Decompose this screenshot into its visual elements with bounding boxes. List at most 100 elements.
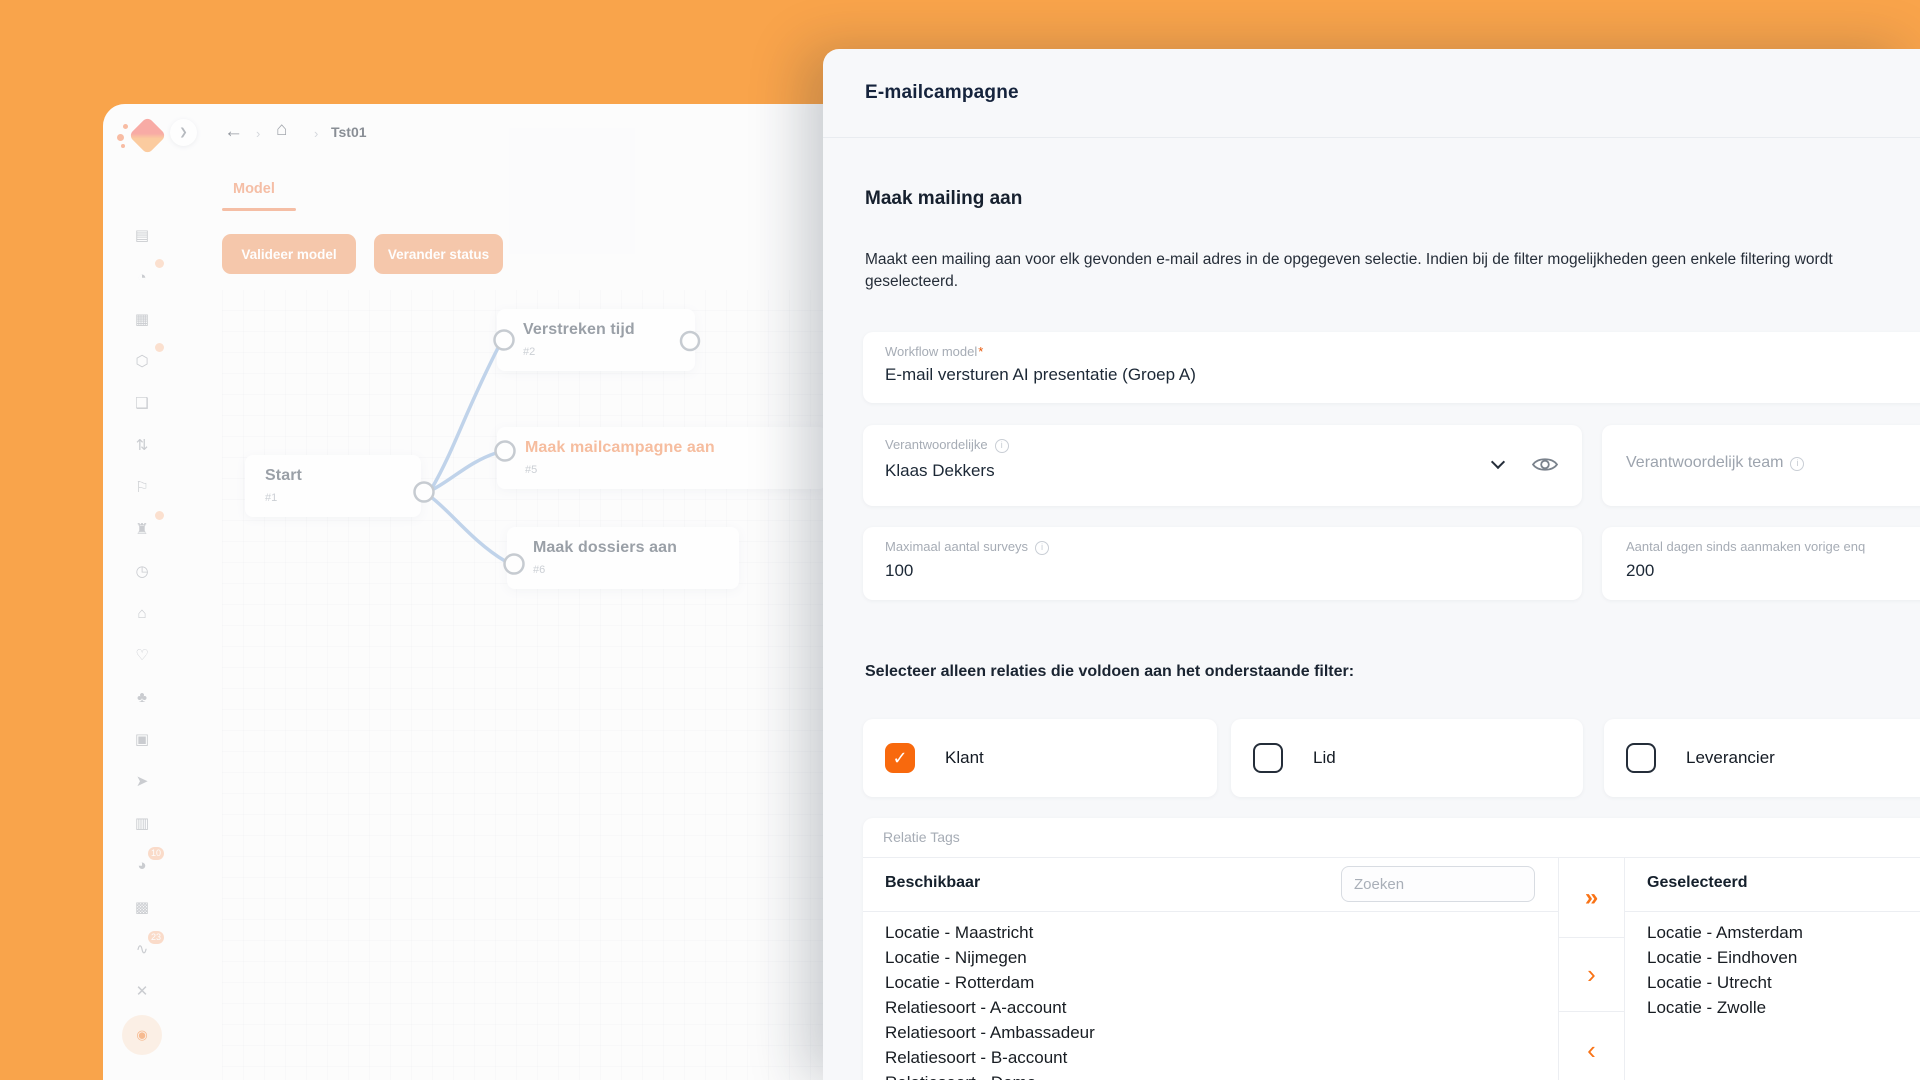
checkbox[interactable]: ✓ (1626, 743, 1656, 773)
responsible-team-select[interactable]: Verantwoordelijk teami (1602, 425, 1920, 506)
tag-list-item[interactable]: Locatie - Zwolle (1647, 995, 1920, 1020)
tag-list-item[interactable]: Locatie - Nijmegen (885, 945, 1535, 970)
node-id: #1 (265, 492, 421, 504)
tag-list-item[interactable]: Locatie - Eindhoven (1647, 945, 1920, 970)
logo-dot (117, 134, 124, 141)
sidebar-glyph-icon: ⚐ (135, 478, 148, 496)
available-list: Locatie - MaastrichtLocatie - NijmegenLo… (885, 920, 1535, 1080)
checkbox-card-leverancier[interactable]: ✓ Leverancier (1604, 719, 1920, 797)
sidebar-icon[interactable]: ◔ (119, 256, 165, 298)
notification-badge: 23 (148, 931, 164, 944)
tab-model[interactable]: Model (233, 181, 275, 197)
checkbox[interactable]: ✓ (1253, 743, 1283, 773)
sidebar-icon[interactable]: ▥ (119, 802, 165, 844)
sidebar-glyph-icon: ◷ (135, 562, 148, 580)
tag-list-item[interactable]: Relatiesoort - B-account (885, 1045, 1535, 1070)
workflow-model-field[interactable]: Workflow model* E-mail versturen AI pres… (863, 332, 1920, 403)
move-right-button[interactable]: › (1559, 938, 1624, 1012)
node-title: Maak dossiers aan (533, 539, 739, 557)
sidebar-icon[interactable]: ▩ (119, 886, 165, 928)
checkbox-label: Leverancier (1686, 748, 1775, 768)
max-surveys-input[interactable]: Maximaal aantal surveysi 100 (863, 527, 1582, 600)
workflow-node-maak-mailcampagne[interactable]: Maak mailcampagne aan #5 (497, 427, 827, 489)
tag-list-item[interactable]: Relatiesoort - A-account (885, 995, 1535, 1020)
sidebar-icon[interactable]: ⚐ (119, 466, 165, 508)
tag-list-item[interactable]: Locatie - Amsterdam (1647, 920, 1920, 945)
sidebar-icon[interactable]: ➤ (119, 760, 165, 802)
checkbox-card-lid[interactable]: ✓ Lid (1231, 719, 1583, 797)
tag-list-item[interactable]: Locatie - Maastricht (885, 920, 1535, 945)
sidebar-icon[interactable]: ▤ (119, 214, 165, 256)
chevron-down-icon[interactable] (1491, 455, 1505, 469)
back-arrow-icon[interactable]: ← (224, 121, 243, 143)
sidebar-icon[interactable]: ◷ (119, 550, 165, 592)
max-surveys-value: 100 (885, 561, 913, 581)
divider (863, 911, 1558, 912)
sidebar-icon[interactable]: ⇅ (119, 424, 165, 466)
sidebar-glyph-icon: ➤ (136, 772, 149, 790)
app-logo (115, 112, 165, 162)
move-all-right-button[interactable]: » (1559, 858, 1624, 938)
tag-list-item[interactable]: Relatiesoort - Ambassadeur (885, 1020, 1535, 1045)
sidebar-glyph-icon: ♣ (137, 689, 147, 706)
logo-dot (123, 124, 128, 129)
modal-title: E-mailcampagne (865, 82, 1019, 104)
checkbox[interactable]: ✓ (885, 743, 915, 773)
responsible-select[interactable]: Verantwoordelijkei Klaas Dekkers (863, 425, 1582, 506)
node-title: Verstreken tijd (523, 321, 695, 339)
sidebar-glyph-icon: ∿ (136, 940, 149, 958)
checkbox-label: Lid (1313, 748, 1336, 768)
tags-search-input[interactable] (1341, 866, 1535, 902)
days-since-input[interactable]: Aantal dagen sinds aanmaken vorige enq 2… (1602, 527, 1920, 600)
selected-header: Geselecteerd (1647, 874, 1748, 892)
sidebar-glyph-icon: ♜ (135, 520, 148, 538)
change-status-button[interactable]: Verander status (374, 234, 503, 274)
breadcrumb-separator: › (256, 126, 260, 141)
sidebar-icon[interactable]: ♣ (119, 676, 165, 718)
node-title: Maak mailcampagne aan (525, 439, 827, 457)
logo-cube-icon (128, 116, 166, 154)
sidebar-item-active[interactable]: ◉ (119, 1012, 165, 1058)
node-id: #5 (525, 464, 827, 476)
field-label: Verantwoordelijke (885, 437, 988, 452)
validate-model-button[interactable]: Valideer model (222, 234, 356, 274)
info-icon: i (1790, 457, 1804, 471)
description-line: geselecteerd. (865, 271, 1833, 293)
eye-icon[interactable] (1531, 455, 1559, 474)
chevron-right-icon: ❯ (179, 127, 187, 138)
tag-list-item[interactable]: Locatie - Utrecht (1647, 970, 1920, 995)
sidebar-icon[interactable]: ◕10 (119, 844, 165, 886)
days-since-value: 200 (1626, 561, 1654, 581)
sidebar-icon[interactable]: ⬡ (119, 340, 165, 382)
workflow-model-value: E-mail versturen AI presentatie (Groep A… (885, 365, 1196, 385)
tag-list-item[interactable]: Locatie - Rotterdam (885, 970, 1535, 995)
screen: { "glyphs": { "chevron_right": "›", "bac… (0, 0, 1920, 1080)
checkbox-card-klant[interactable]: ✓ Klant (863, 719, 1217, 797)
sidebar-collapse-button[interactable]: ❯ (170, 119, 197, 146)
sidebar-icon[interactable]: ∿23 (119, 928, 165, 970)
notification-badge: 10 (148, 847, 164, 860)
sidebar-glyph-icon: ♡ (135, 646, 148, 664)
sidebar-icon[interactable]: ❑ (119, 382, 165, 424)
workflow-node-maak-dossiers[interactable]: Maak dossiers aan #6 (507, 527, 739, 589)
sidebar-icon[interactable]: ▦ (119, 298, 165, 340)
filter-heading: Selecteer alleen relaties die voldoen aa… (865, 663, 1354, 681)
sidebar-glyph-icon: ✕ (136, 982, 149, 1000)
move-left-button[interactable]: ‹ (1559, 1012, 1624, 1080)
workflow-node-start[interactable]: Start #1 (245, 455, 421, 517)
workflow-node-verstreken-tijd[interactable]: Verstreken tijd #2 (497, 309, 695, 371)
sidebar-icon[interactable]: ♜ (119, 508, 165, 550)
sidebar-icon[interactable]: ♡ (119, 634, 165, 676)
required-asterisk: * (978, 344, 983, 359)
sidebar-icon[interactable]: ✕ (119, 970, 165, 1012)
home-icon[interactable]: ⌂ (276, 119, 287, 141)
sidebar-glyph-icon: ▥ (135, 814, 149, 832)
sidebar-icon[interactable]: ⌂ (119, 592, 165, 634)
sidebar-glyph-icon: ▣ (135, 730, 149, 748)
sidebar-glyph-icon: ❑ (135, 394, 148, 412)
panel-label: Relatie Tags (883, 829, 960, 845)
responsible-value: Klaas Dekkers (885, 461, 995, 481)
sidebar-icon[interactable]: ▣ (119, 718, 165, 760)
field-label: Workflow model (885, 344, 977, 359)
tag-list-item[interactable]: Relatiesoort - Demo (885, 1070, 1535, 1080)
